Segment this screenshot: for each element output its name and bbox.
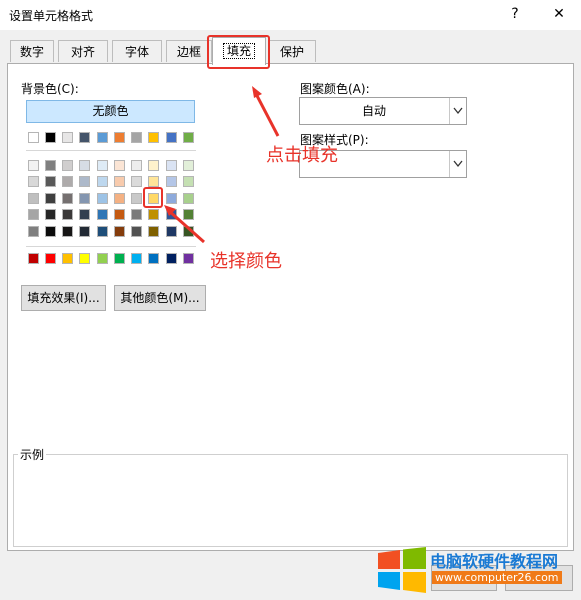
shade-swatch[interactable] [114, 160, 125, 171]
shade-swatch[interactable] [28, 226, 39, 237]
standard-swatch[interactable] [28, 253, 39, 264]
shade-swatch[interactable] [79, 176, 90, 187]
shade-swatch[interactable] [131, 226, 142, 237]
watermark-url: www.computer26.com [432, 571, 562, 584]
tab-protection[interactable]: 保护 [268, 40, 316, 62]
tab-label: 边框 [176, 45, 201, 59]
click-fill-annotation: 点击填充 [266, 145, 338, 166]
theme-swatch[interactable] [166, 132, 177, 143]
shade-swatch[interactable] [97, 176, 108, 187]
theme-swatch[interactable] [28, 132, 39, 143]
pattern-color-value: 自动 [361, 104, 386, 118]
shade-swatch[interactable] [97, 160, 108, 171]
shade-swatch[interactable] [183, 160, 194, 171]
tab-font[interactable]: 字体 [112, 40, 162, 62]
tab-label: 数字 [19, 45, 44, 59]
chevron-down-icon[interactable] [449, 98, 466, 124]
theme-swatch[interactable] [114, 132, 125, 143]
tab-border[interactable]: 边框 [166, 40, 212, 62]
shade-swatch[interactable] [62, 176, 73, 187]
theme-swatch[interactable] [183, 132, 194, 143]
sample-preview [13, 454, 568, 547]
shade-swatch[interactable] [131, 160, 142, 171]
shade-swatch[interactable] [114, 226, 125, 237]
shade-swatch[interactable] [45, 193, 56, 204]
shade-swatch[interactable] [148, 226, 159, 237]
window-title: 设置单元格格式 [9, 9, 94, 23]
shade-swatch[interactable] [62, 226, 73, 237]
shade-swatch[interactable] [97, 226, 108, 237]
shade-swatch[interactable] [166, 176, 177, 187]
shade-swatch[interactable] [166, 160, 177, 171]
tab-label: 字体 [124, 45, 149, 59]
shade-swatch[interactable] [62, 160, 73, 171]
tab-label: 对齐 [70, 45, 95, 59]
standard-swatch[interactable] [183, 253, 194, 264]
standard-swatch[interactable] [62, 253, 73, 264]
shade-swatch[interactable] [131, 209, 142, 220]
shade-swatch[interactable] [79, 160, 90, 171]
fill-effects-button[interactable]: 填充效果(I)... [21, 285, 106, 311]
more-colors-button[interactable]: 其他颜色(M)... [114, 285, 206, 311]
tab-label: 保护 [279, 45, 304, 59]
shade-swatch[interactable] [45, 160, 56, 171]
shade-swatch[interactable] [45, 209, 56, 220]
shade-swatch[interactable] [28, 160, 39, 171]
shade-swatch[interactable] [148, 160, 159, 171]
sample-label: 示例 [18, 446, 47, 463]
title-bar: 设置单元格格式 ? ✕ [0, 0, 581, 30]
shade-swatch[interactable] [45, 226, 56, 237]
standard-swatch[interactable] [131, 253, 142, 264]
palette-divider [26, 150, 196, 151]
no-color-button[interactable]: 无颜色 [26, 100, 195, 123]
theme-swatch[interactable] [62, 132, 73, 143]
standard-swatch[interactable] [97, 253, 108, 264]
shade-swatch[interactable] [114, 193, 125, 204]
theme-swatch[interactable] [148, 132, 159, 143]
shade-swatch[interactable] [28, 193, 39, 204]
shade-swatch[interactable] [45, 176, 56, 187]
choose-color-annotation: 选择颜色 [210, 251, 282, 272]
shade-swatch[interactable] [62, 209, 73, 220]
tab-number[interactable]: 数字 [10, 40, 54, 62]
theme-swatch[interactable] [131, 132, 142, 143]
shade-swatch[interactable] [148, 209, 159, 220]
theme-swatch[interactable] [97, 132, 108, 143]
shade-swatch[interactable] [131, 176, 142, 187]
standard-swatch[interactable] [166, 253, 177, 264]
watermark-text: 电脑软硬件教程网 [430, 552, 559, 571]
standard-swatch[interactable] [114, 253, 125, 264]
tab-bar: 数字 对齐 字体 边框 填充 保护 [0, 37, 581, 65]
shade-swatch[interactable] [97, 193, 108, 204]
shade-swatch[interactable] [114, 209, 125, 220]
shade-swatch[interactable] [28, 176, 39, 187]
pattern-color-label: 图案颜色(A): [300, 82, 370, 96]
chevron-down-icon[interactable] [449, 151, 466, 177]
tab-alignment[interactable]: 对齐 [58, 40, 108, 62]
help-button[interactable]: ? [504, 4, 526, 24]
tab-fill[interactable]: 填充 [212, 37, 266, 65]
shade-swatch[interactable] [79, 209, 90, 220]
background-color-label: 背景色(C): [21, 82, 79, 96]
shade-swatch[interactable] [114, 176, 125, 187]
theme-swatch[interactable] [45, 132, 56, 143]
standard-swatch[interactable] [148, 253, 159, 264]
shade-swatch[interactable] [62, 193, 73, 204]
arrow-icon [164, 205, 205, 244]
theme-swatch[interactable] [79, 132, 90, 143]
windows-logo-icon [378, 547, 426, 593]
shade-swatch[interactable] [28, 209, 39, 220]
arrow-icon [252, 86, 280, 137]
shade-swatch[interactable] [148, 176, 159, 187]
shade-swatch[interactable] [183, 176, 194, 187]
pattern-color-select[interactable]: 自动 [299, 97, 467, 125]
shade-swatch[interactable] [79, 226, 90, 237]
standard-swatch[interactable] [45, 253, 56, 264]
shade-swatch[interactable] [79, 193, 90, 204]
shade-swatch[interactable] [97, 209, 108, 220]
shade-swatch[interactable] [131, 193, 142, 204]
close-button[interactable]: ✕ [548, 4, 570, 24]
tab-label: 填充 [222, 43, 255, 59]
standard-swatch[interactable] [79, 253, 90, 264]
